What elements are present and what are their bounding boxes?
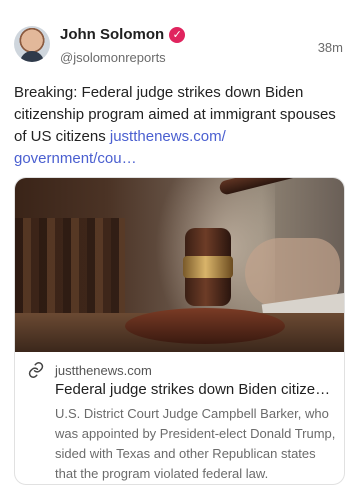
card-title[interactable]: Federal judge strikes down Biden citizen… xyxy=(55,380,334,400)
sound-block xyxy=(125,308,285,344)
gavel-band xyxy=(183,256,233,278)
domain-row: justthenews.com xyxy=(27,361,332,379)
avatar[interactable] xyxy=(14,26,50,62)
article-image xyxy=(15,178,344,352)
link-preview-card[interactable]: justthenews.com Federal judge strikes do… xyxy=(14,177,345,485)
verified-badge-icon: ✓ xyxy=(169,26,186,43)
background-books xyxy=(15,218,125,318)
avatar-shirt xyxy=(20,51,44,62)
author-handle[interactable]: @jsolomonreports xyxy=(60,50,166,65)
name-row: John Solomon ✓ xyxy=(60,26,186,43)
author-name[interactable]: John Solomon xyxy=(60,26,164,43)
post-header: John Solomon ✓ @jsolomonreports 38m xyxy=(14,26,345,70)
post-body: Breaking: Federal judge strikes down Bid… xyxy=(14,82,344,170)
post-timestamp: 38m xyxy=(317,40,343,55)
card-description: U.S. District Court Judge Campbell Barke… xyxy=(55,406,336,481)
card-body: justthenews.com Federal judge strikes do… xyxy=(15,352,344,484)
post: John Solomon ✓ @jsolomonreports 38m Brea… xyxy=(0,0,359,500)
link-icon xyxy=(28,362,44,378)
card-domain: justthenews.com xyxy=(55,362,152,378)
